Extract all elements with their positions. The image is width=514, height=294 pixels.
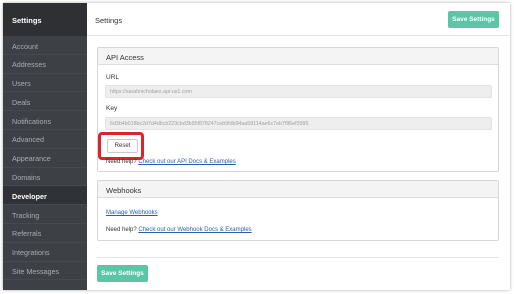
key-label: Key bbox=[106, 105, 118, 112]
webhooks-title: Webhooks bbox=[98, 181, 498, 198]
sidebar-title: Settings bbox=[3, 3, 87, 36]
api-help-prefix: Need help? bbox=[106, 159, 137, 165]
sidebar-item-integrations[interactable]: Integrations bbox=[3, 243, 87, 262]
webhook-docs-link[interactable]: Check out our Webhook Docs & Examples bbox=[138, 227, 251, 233]
sidebar-item-deals[interactable]: Deals bbox=[3, 92, 87, 112]
reset-button[interactable]: Reset bbox=[107, 139, 138, 153]
sidebar-item-referrals[interactable]: Referrals bbox=[3, 224, 87, 243]
api-access-panel: API Access URL https://sarahnicholaex.ap… bbox=[97, 47, 499, 172]
webhooks-panel: Webhooks Manage Webhooks Need help? Chec… bbox=[97, 180, 499, 241]
footer-divider bbox=[97, 257, 499, 258]
sidebar-item-account[interactable]: Account bbox=[3, 36, 87, 55]
sidebar-item-users[interactable]: Users bbox=[3, 74, 87, 93]
api-access-title: API Access bbox=[98, 48, 498, 65]
key-field[interactable]: 6d3b4b018bc2d7d4dbcb223cbd3b95f878247ceb… bbox=[105, 117, 492, 130]
webhooks-help-prefix: Need help? bbox=[106, 227, 137, 233]
api-help-line: Need help? Check out our API Docs & Exam… bbox=[106, 159, 236, 165]
url-label: URL bbox=[106, 74, 120, 81]
sidebar-item-addresses[interactable]: Addresses bbox=[3, 55, 87, 74]
sidebar-item-site-messages[interactable]: Site Messages bbox=[3, 262, 87, 281]
sidebar-item-tracking[interactable]: Tracking bbox=[3, 205, 87, 224]
sidebar-item-notifications[interactable]: Notifications bbox=[3, 111, 87, 130]
sidebar-item-developer[interactable]: Developer bbox=[3, 186, 87, 206]
url-field[interactable]: https://sarahnicholaex.api-us1.com bbox=[105, 85, 492, 98]
api-docs-link[interactable]: Check out our API Docs & Examples bbox=[138, 159, 235, 165]
main-content: Settings Save Settings API Access URL ht… bbox=[87, 3, 510, 290]
webhooks-help-line: Need help? Check out our Webhook Docs & … bbox=[106, 227, 252, 233]
manage-webhooks-link[interactable]: Manage Webhooks bbox=[106, 210, 158, 216]
app-window: Settings Account Addresses Users Deals N… bbox=[3, 3, 510, 290]
sidebar-item-appearance[interactable]: Appearance bbox=[3, 149, 87, 168]
save-settings-button-bottom[interactable]: Save Settings bbox=[97, 265, 148, 282]
sidebar: Settings Account Addresses Users Deals N… bbox=[3, 3, 87, 290]
sidebar-item-domains[interactable]: Domains bbox=[3, 168, 87, 187]
page-header: Settings Save Settings bbox=[87, 3, 510, 36]
page-title: Settings bbox=[95, 16, 123, 25]
sidebar-item-advanced[interactable]: Advanced bbox=[3, 130, 87, 149]
save-settings-button-top[interactable]: Save Settings bbox=[448, 11, 499, 28]
